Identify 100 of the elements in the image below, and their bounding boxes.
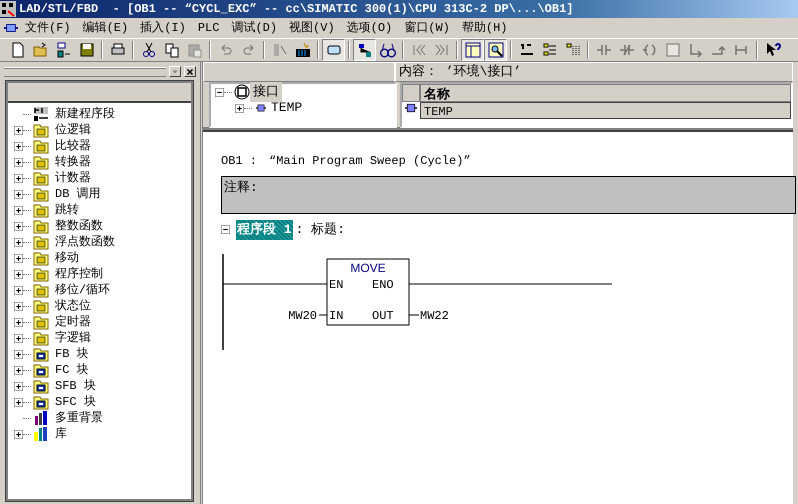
operand-label: MW22 bbox=[420, 308, 449, 322]
expand-toggle[interactable] bbox=[14, 398, 23, 406]
tree-item[interactable]: SFB 块 bbox=[55, 378, 96, 394]
pin-label: IN bbox=[329, 308, 344, 322]
collapse-toggle[interactable] bbox=[221, 225, 230, 234]
expand-toggle[interactable] bbox=[14, 270, 23, 278]
network-label[interactable]: 程序段 1 bbox=[236, 220, 293, 240]
network-title: : 标题: bbox=[296, 221, 346, 239]
app-icon bbox=[0, 1, 16, 17]
column-header[interactable]: 名称 bbox=[420, 84, 791, 102]
tree-item[interactable]: FB 块 bbox=[55, 346, 89, 362]
tree-item[interactable]: 比较器 bbox=[55, 138, 91, 154]
expand-toggle[interactable] bbox=[14, 318, 23, 326]
tree-item[interactable]: 转换器 bbox=[55, 154, 91, 170]
tree-item[interactable]: FC 块 bbox=[55, 362, 89, 378]
expand-toggle[interactable] bbox=[215, 88, 224, 96]
expand-toggle[interactable] bbox=[14, 126, 23, 134]
block-title: “Main Program Sweep (Cycle)” bbox=[269, 153, 471, 170]
expand-toggle[interactable] bbox=[14, 366, 23, 374]
tree-item[interactable]: SFC 块 bbox=[55, 394, 96, 410]
scissors-icon bbox=[140, 42, 156, 58]
menu-item[interactable]: PLC bbox=[192, 18, 226, 38]
block-icon[interactable] bbox=[3, 21, 19, 35]
folder-icon bbox=[33, 218, 49, 234]
expand-toggle[interactable] bbox=[14, 206, 23, 214]
block-folder-icon bbox=[33, 346, 49, 362]
expand-toggle[interactable] bbox=[14, 350, 23, 358]
dropdown-button[interactable] bbox=[169, 66, 181, 77]
tree-item[interactable]: 多重背景 bbox=[55, 410, 103, 426]
toolbar-button[interactable] bbox=[353, 39, 376, 61]
table-cell: TEMP bbox=[420, 102, 791, 119]
menu-item[interactable]: 窗口(W) bbox=[398, 18, 456, 38]
variable-icon bbox=[402, 102, 420, 114]
tree-item[interactable]: 程序控制 bbox=[55, 266, 103, 282]
folder-icon bbox=[33, 282, 49, 298]
menu-item[interactable]: 文件(F) bbox=[19, 18, 77, 38]
close-icon bbox=[186, 68, 194, 76]
network-icon bbox=[356, 42, 372, 58]
folder-icon bbox=[33, 250, 49, 266]
skip-forward-icon bbox=[434, 42, 450, 58]
tree-item[interactable]: 整数函数 bbox=[55, 218, 103, 234]
folder-icon bbox=[33, 202, 49, 218]
help-pointer-icon bbox=[764, 42, 780, 58]
gripper-bar[interactable] bbox=[4, 66, 166, 76]
menu-item[interactable]: 帮助(H) bbox=[456, 18, 514, 38]
pin-label: EN bbox=[329, 278, 344, 292]
expand-toggle[interactable] bbox=[14, 334, 23, 342]
network-icon bbox=[33, 106, 49, 122]
toolbar-button[interactable] bbox=[484, 39, 507, 61]
toolbar-button[interactable] bbox=[461, 39, 484, 61]
close-button[interactable] bbox=[184, 66, 196, 77]
expand-toggle[interactable] bbox=[235, 104, 244, 112]
new-file-icon bbox=[10, 42, 26, 58]
tree-item[interactable]: 移动 bbox=[55, 250, 79, 266]
menu-item[interactable]: 选项(O) bbox=[340, 18, 398, 38]
tree-item[interactable]: 新建程序段 bbox=[55, 106, 115, 122]
skip-back-icon bbox=[410, 42, 426, 58]
glasses-icon bbox=[380, 42, 396, 58]
tree-item[interactable]: 浮点数函数 bbox=[55, 234, 115, 250]
tree-item[interactable]: 状态位 bbox=[55, 298, 91, 314]
tree-item[interactable]: 字逻辑 bbox=[55, 330, 91, 346]
menu-item[interactable]: 视图(V) bbox=[283, 18, 341, 38]
network-insert-icon bbox=[518, 42, 534, 58]
tree-item[interactable]: 库 bbox=[55, 426, 67, 442]
expand-toggle[interactable] bbox=[14, 174, 23, 182]
branch-open-icon bbox=[688, 42, 704, 58]
toolbar-button[interactable] bbox=[322, 39, 345, 61]
panel-icon bbox=[464, 42, 480, 58]
expand-toggle[interactable] bbox=[14, 222, 23, 230]
expand-toggle[interactable] bbox=[14, 286, 23, 294]
comment-field[interactable]: 注释: bbox=[221, 176, 796, 214]
tree-item[interactable]: 计数器 bbox=[55, 170, 91, 186]
tree-item[interactable]: 定时器 bbox=[55, 314, 91, 330]
menu-item[interactable]: 编辑(E) bbox=[76, 18, 134, 38]
menu-item[interactable]: 调试(D) bbox=[225, 18, 284, 38]
expand-toggle[interactable] bbox=[14, 190, 23, 198]
block-folder-icon bbox=[33, 362, 49, 378]
expand-toggle[interactable] bbox=[14, 302, 23, 310]
operand-label: MW20 bbox=[288, 308, 317, 322]
expand-toggle[interactable] bbox=[14, 430, 23, 438]
expand-toggle[interactable] bbox=[14, 158, 23, 166]
tree-item[interactable]: 接口 bbox=[250, 82, 282, 102]
tree-item[interactable]: 位逻辑 bbox=[55, 122, 91, 138]
magnifier-icon bbox=[488, 42, 504, 58]
folder-icon bbox=[33, 234, 49, 250]
tree-item[interactable]: DB 调用 bbox=[55, 186, 101, 202]
folder-icon bbox=[33, 154, 49, 170]
tree-item[interactable]: 跳转 bbox=[55, 202, 79, 218]
menu-item[interactable]: 插入(I) bbox=[134, 18, 192, 38]
window-title: LAD/STL/FBD - [OB1 -- “CYCL_EXC” -- cc\SIMATIC 300(1)\CPU 313C-2 DP\...\OB1] bbox=[19, 1, 574, 18]
expand-toggle[interactable] bbox=[14, 142, 23, 150]
row-header bbox=[402, 84, 420, 102]
caret-icon bbox=[171, 68, 179, 76]
expand-toggle[interactable] bbox=[14, 238, 23, 246]
folder-icon bbox=[33, 170, 49, 186]
pin-label: OUT bbox=[372, 308, 394, 322]
tree-item[interactable]: 移位/循环 bbox=[55, 282, 110, 298]
expand-toggle[interactable] bbox=[14, 382, 23, 390]
expand-toggle[interactable] bbox=[14, 254, 23, 262]
module-star-icon bbox=[294, 42, 310, 58]
